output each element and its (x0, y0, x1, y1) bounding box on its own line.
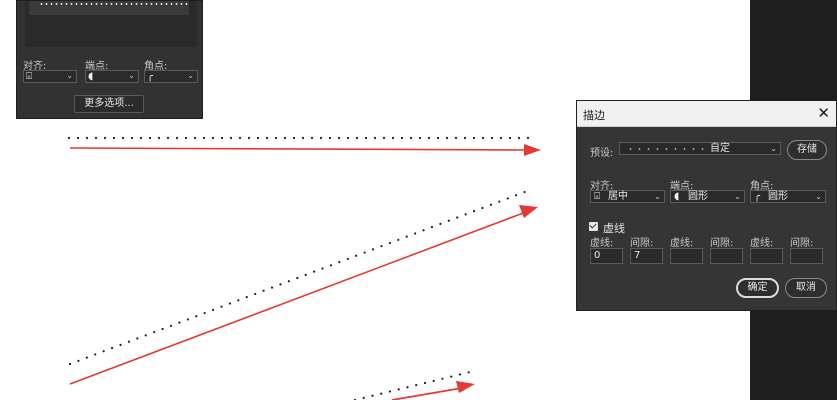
arrow-3-shaft (391, 387, 463, 400)
corner-select[interactable]: ╭ 圆形 ⌄ (750, 190, 826, 203)
gap-2-input[interactable] (710, 248, 743, 264)
gap-3-label: 间隙: (790, 238, 814, 249)
preset-select[interactable]: 自定 ⌄ (619, 142, 781, 155)
corner-select[interactable]: ╭ ⌄ (144, 70, 198, 83)
cap-value: 圆形 (688, 191, 708, 202)
ok-button[interactable]: 确定 (736, 278, 779, 298)
cap-select[interactable]: ◖ 圆形 ⌄ (670, 190, 745, 203)
dashed-line-checkbox[interactable] (589, 222, 598, 231)
round-cap-icon: ◖ (88, 71, 94, 82)
gap-1-input[interactable]: 7 (630, 248, 663, 264)
chevron-down-icon: ⌄ (815, 192, 822, 201)
round-cap-icon: ◖ (674, 191, 680, 202)
dash-2-input[interactable] (670, 248, 703, 264)
round-corner-icon: ╭ (147, 71, 154, 82)
preset-value: 自定 (710, 143, 730, 154)
stroke-dialog: 描边 ✕ 预设: 自定 ⌄ 存储 对齐: 端点: 角点: ⌻ 居中 ⌄ ◖ 圆形… (576, 100, 837, 311)
stroke-preview-selected[interactable] (29, 1, 189, 15)
dotted-stroke-preview (39, 3, 189, 5)
chevron-down-icon: ⌄ (654, 192, 661, 201)
close-icon[interactable]: ✕ (817, 104, 830, 122)
chevron-down-icon: ⌄ (187, 71, 194, 80)
gap-2-label: 间隙: (710, 238, 734, 249)
arrow-2-shaft (69, 211, 527, 385)
chevron-down-icon: ⌄ (128, 71, 135, 80)
align-center-icon: ⌻ (26, 71, 32, 82)
cancel-button[interactable]: 取消 (785, 278, 827, 298)
corner-value: 圆形 (768, 191, 788, 202)
arrow-1-head (524, 144, 541, 156)
more-options-button[interactable]: 更多选项... (74, 95, 144, 113)
align-select[interactable]: ⌻ ⌄ (23, 70, 77, 83)
dash-3-input[interactable] (750, 248, 783, 264)
dash-1-label: 虚线: (590, 238, 614, 249)
stroke-options-panel: 对齐: 端点: 角点: ⌻ ⌄ ◖ ⌄ ╭ ⌄ 更多选项... (16, 0, 203, 119)
chevron-down-icon: ⌄ (66, 71, 73, 80)
preset-label: 预设: (590, 148, 614, 159)
round-corner-icon: ╭ (754, 191, 761, 202)
preset-dotted-preview (626, 148, 704, 150)
dialog-title-bar: 描边 ✕ (577, 101, 836, 127)
gap-3-input[interactable] (790, 248, 823, 264)
dialog-title: 描边 (583, 109, 605, 122)
gap-1-label: 间隙: (630, 238, 654, 249)
arrow-2-head (519, 205, 538, 218)
cap-select[interactable]: ◖ ⌄ (85, 70, 139, 83)
chevron-down-icon: ⌄ (770, 144, 777, 153)
save-preset-button[interactable]: 存储 (787, 140, 827, 160)
dash-3-label: 虚线: (750, 238, 774, 249)
align-center-icon: ⌻ (594, 191, 600, 202)
align-value: 居中 (608, 191, 628, 202)
arrow-3-head (456, 381, 475, 393)
align-select[interactable]: ⌻ 居中 ⌄ (590, 190, 665, 203)
stroke-preview (25, 1, 197, 47)
chevron-down-icon: ⌄ (734, 192, 741, 201)
arrow-1-shaft (69, 147, 529, 151)
dash-1-input[interactable]: 0 (590, 248, 623, 264)
dash-2-label: 虚线: (670, 238, 694, 249)
dotted-line-2 (68, 188, 532, 366)
